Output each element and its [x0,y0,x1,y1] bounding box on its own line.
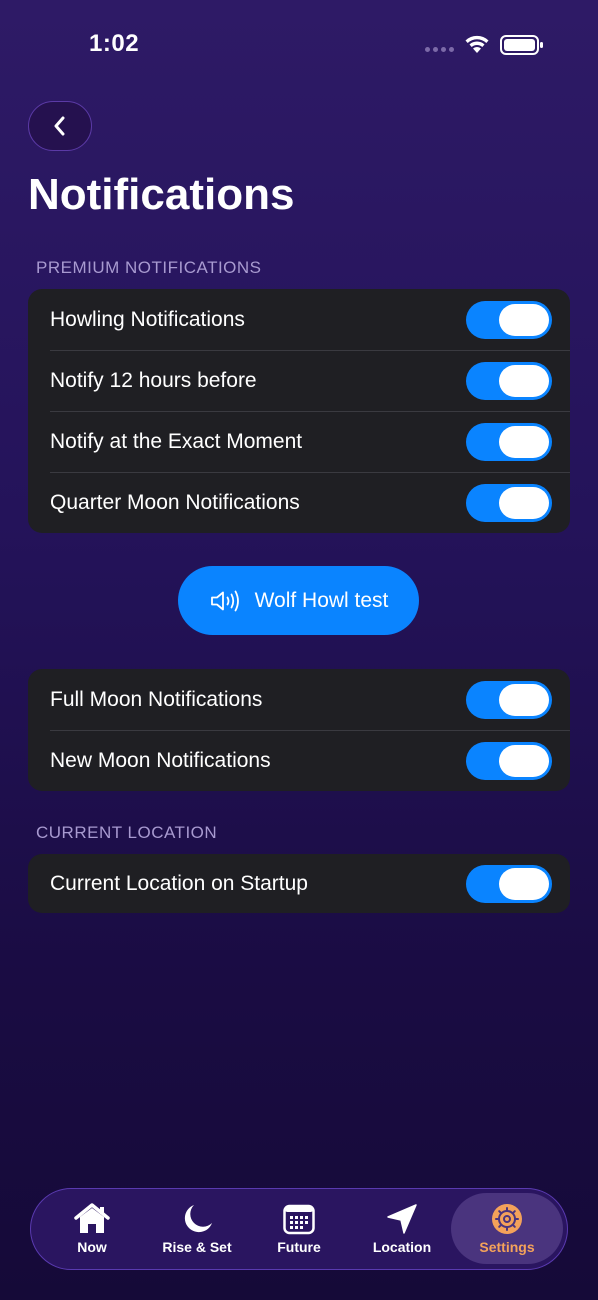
settings-row-quarter-moon: Quarter Moon Notifications [28,472,570,533]
settings-row-new-moon: New Moon Notifications [28,730,570,791]
toggle-knob [499,303,549,336]
quarter-moon-toggle[interactable] [466,483,552,522]
toggle-knob [499,744,549,777]
gear-icon [492,1203,522,1234]
house-icon [74,1202,110,1233]
status-bar: 1:02 [0,0,598,90]
row-label: Current Location on Startup [50,871,308,895]
settings-row-12-hours: Notify 12 hours before [28,350,570,411]
tab-label: Settings [479,1238,535,1255]
row-label: Full Moon Notifications [50,687,263,711]
notify-12-hours-toggle[interactable] [466,361,552,400]
tab-now[interactable]: Now [45,1189,139,1268]
row-label: Howling Notifications [50,307,245,331]
section-header-location: CURRENT LOCATION [36,823,218,842]
row-label: Notify at the Exact Moment [50,429,303,453]
current-location-group: Current Location on Startup [28,854,570,913]
row-label: Notify 12 hours before [50,368,257,392]
battery-icon [500,35,543,55]
toggle-knob [499,486,549,519]
tab-label: Future [277,1238,321,1255]
wolf-howl-test-label: Wolf Howl test [254,588,389,612]
moon-icon [184,1204,212,1232]
premium-notifications-group: Howling Notifications Notify 12 hours be… [28,289,570,533]
toggle-knob [499,364,549,397]
tab-label: Now [77,1238,107,1255]
wolf-howl-test-button[interactable]: Wolf Howl test [178,566,419,635]
back-button[interactable] [28,101,92,151]
status-time: 1:02 [89,30,140,57]
tab-bar: Now Rise & Set Future Location Settings [30,1188,568,1270]
row-label: New Moon Notifications [50,748,271,772]
speaker-icon [210,590,239,611]
chevron-left-icon [54,116,65,136]
settings-row-full-moon: Full Moon Notifications [28,669,570,730]
location-on-startup-toggle[interactable] [466,864,552,903]
tab-label: Rise & Set [162,1238,232,1255]
tab-settings[interactable]: Settings [451,1193,563,1264]
settings-row-howling: Howling Notifications [28,289,570,350]
toggle-knob [499,683,549,716]
tab-location[interactable]: Location [355,1189,449,1268]
toggle-knob [499,867,549,900]
moon-notifications-group: Full Moon Notifications New Moon Notific… [28,669,570,791]
new-moon-toggle[interactable] [466,741,552,780]
tab-rise-set[interactable]: Rise & Set [149,1189,245,1268]
cellular-signal-icon [425,47,454,52]
toggle-knob [499,425,549,458]
tab-future[interactable]: Future [253,1189,345,1268]
row-label: Quarter Moon Notifications [50,490,300,514]
calendar-icon [283,1204,315,1234]
exact-moment-toggle[interactable] [466,422,552,461]
settings-row-exact-moment: Notify at the Exact Moment [28,411,570,472]
page-title: Notifications [28,170,295,219]
location-arrow-icon [387,1203,417,1234]
settings-row-location-startup: Current Location on Startup [28,854,570,913]
howling-notifications-toggle[interactable] [466,300,552,339]
full-moon-toggle[interactable] [466,680,552,719]
tab-label: Location [372,1238,432,1255]
section-header-premium: PREMIUM NOTIFICATIONS [36,258,262,277]
wifi-icon [465,35,489,53]
